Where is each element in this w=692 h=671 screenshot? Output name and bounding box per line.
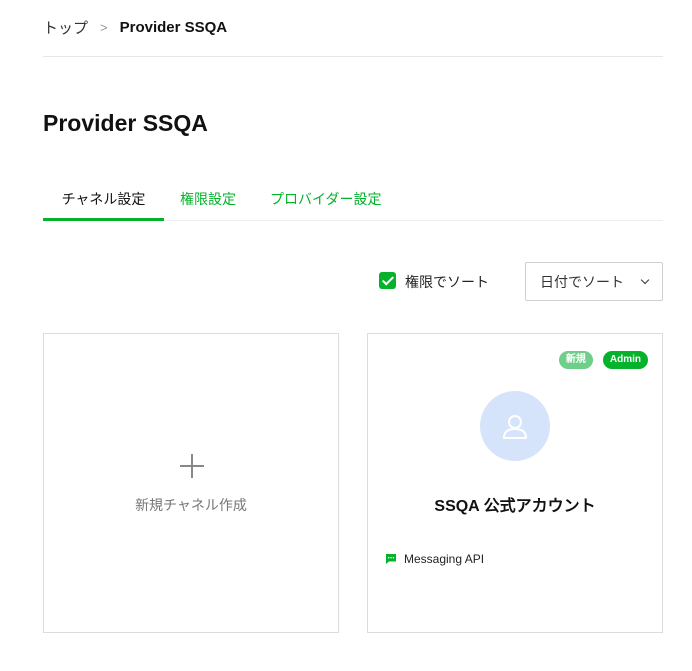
channel-name: SSQA 公式アカウント (434, 498, 596, 515)
breadcrumb-current: Provider SSQA (119, 18, 228, 36)
new-channel-card[interactable]: 新規チャネル作成 (43, 333, 339, 633)
sort-order-value: 日付でソート (540, 273, 624, 290)
breadcrumb-home-link[interactable]: トップ (43, 17, 88, 38)
user-icon (503, 415, 527, 439)
new-channel-label: 新規チャネル作成 (135, 497, 247, 513)
sort-by-permission-label: 権限でソート (405, 274, 489, 290)
checkbox-checked-icon[interactable] (379, 271, 396, 289)
tab-bar: チャネル設定 権限設定 プロバイダー設定 (43, 180, 663, 221)
channel-badges: 新規 Admin (558, 351, 648, 369)
admin-badge: Admin (602, 351, 648, 369)
breadcrumb: トップ > Provider SSQA (43, 16, 227, 38)
chevron-down-icon (640, 275, 650, 285)
channel-type-label: Messaging API (404, 552, 485, 566)
breadcrumb-separator: > (100, 19, 108, 35)
sort-order-select[interactable]: 日付でソート (525, 262, 663, 301)
tab-channel-settings[interactable]: チャネル設定 (43, 180, 164, 221)
channel-card[interactable]: 新規 Admin SSQA 公式アカウント Messaging API (367, 333, 663, 633)
channel-type: Messaging API (385, 552, 484, 566)
page-title: Provider SSQA (43, 110, 208, 136)
avatar (480, 391, 550, 461)
plus-icon (180, 454, 204, 478)
tab-provider-settings[interactable]: プロバイダー設定 (254, 180, 397, 221)
tab-permission-settings[interactable]: 権限設定 (164, 180, 254, 221)
new-badge: 新規 (558, 351, 593, 369)
header-divider (43, 56, 663, 57)
sort-by-permission-checkbox[interactable]: 権限でソート (379, 268, 489, 292)
chat-bubble-icon (386, 554, 396, 564)
